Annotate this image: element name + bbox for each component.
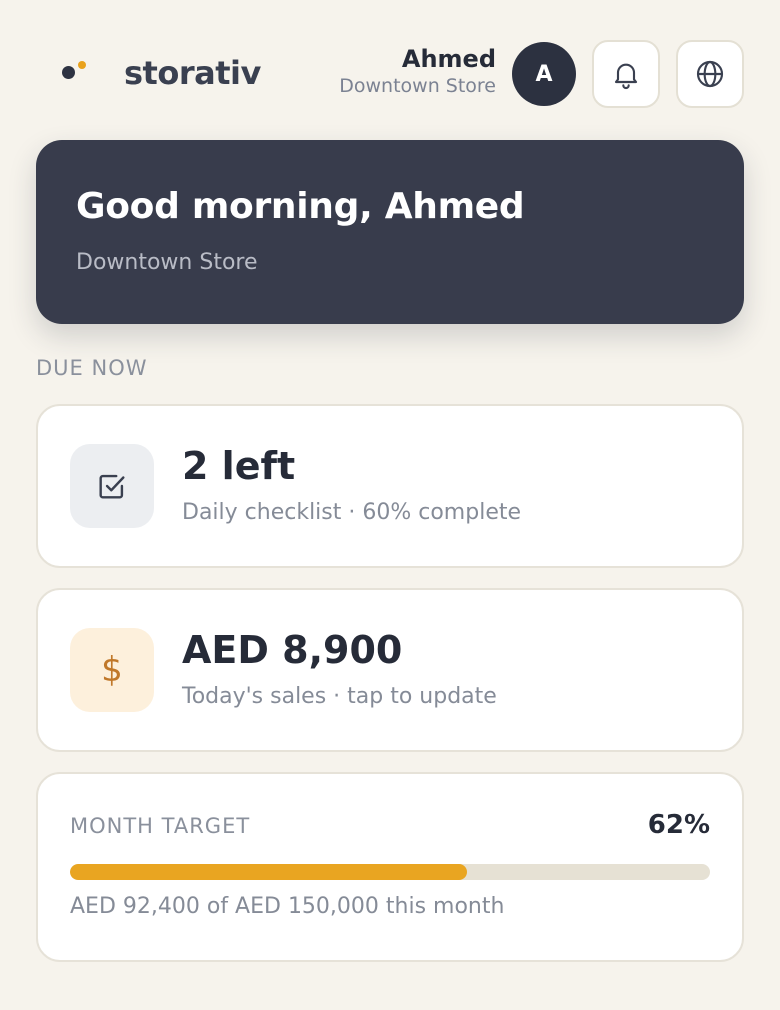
- avatar[interactable]: A: [512, 42, 576, 106]
- brand-name: storativ: [124, 54, 261, 92]
- user-name: Ahmed: [401, 45, 496, 73]
- language-button[interactable]: [676, 40, 744, 108]
- checklist-icon: [70, 444, 154, 528]
- greeting-title: Good morning, Ahmed: [76, 186, 525, 227]
- target-progress-fill: [70, 864, 467, 880]
- checklist-card[interactable]: 2 left Daily checklist · 60% complete: [36, 404, 744, 568]
- sales-subtitle: Today's sales · tap to update: [182, 684, 497, 709]
- dollar-icon: $: [70, 628, 154, 712]
- month-target-card: MONTH TARGET 62% AED 92,400 of AED 150,0…: [36, 772, 744, 962]
- user-info: Ahmed Downtown Store: [339, 44, 496, 98]
- globe-icon: [696, 60, 724, 88]
- bell-icon: [614, 63, 638, 89]
- logo-dots-icon: [62, 58, 92, 88]
- sales-card[interactable]: $ AED 8,900 Today's sales · tap to updat…: [36, 588, 744, 752]
- target-percent: 62%: [647, 810, 710, 840]
- target-progress-bar: [70, 864, 710, 880]
- app-header: storativ Ahmed Downtown Store A: [0, 0, 780, 140]
- notifications-button[interactable]: [592, 40, 660, 108]
- greeting-store: Downtown Store: [76, 250, 258, 275]
- user-store: Downtown Store: [339, 75, 496, 97]
- sales-amount: AED 8,900: [182, 628, 403, 672]
- checklist-subtitle: Daily checklist · 60% complete: [182, 500, 522, 525]
- target-label: MONTH TARGET: [70, 814, 251, 838]
- checklist-remaining: 2 left: [182, 444, 296, 488]
- target-note: AED 92,400 of AED 150,000 this month: [70, 894, 505, 919]
- greeting-banner: Good morning, Ahmed Downtown Store: [36, 140, 744, 324]
- due-now-label: DUE NOW: [36, 356, 148, 380]
